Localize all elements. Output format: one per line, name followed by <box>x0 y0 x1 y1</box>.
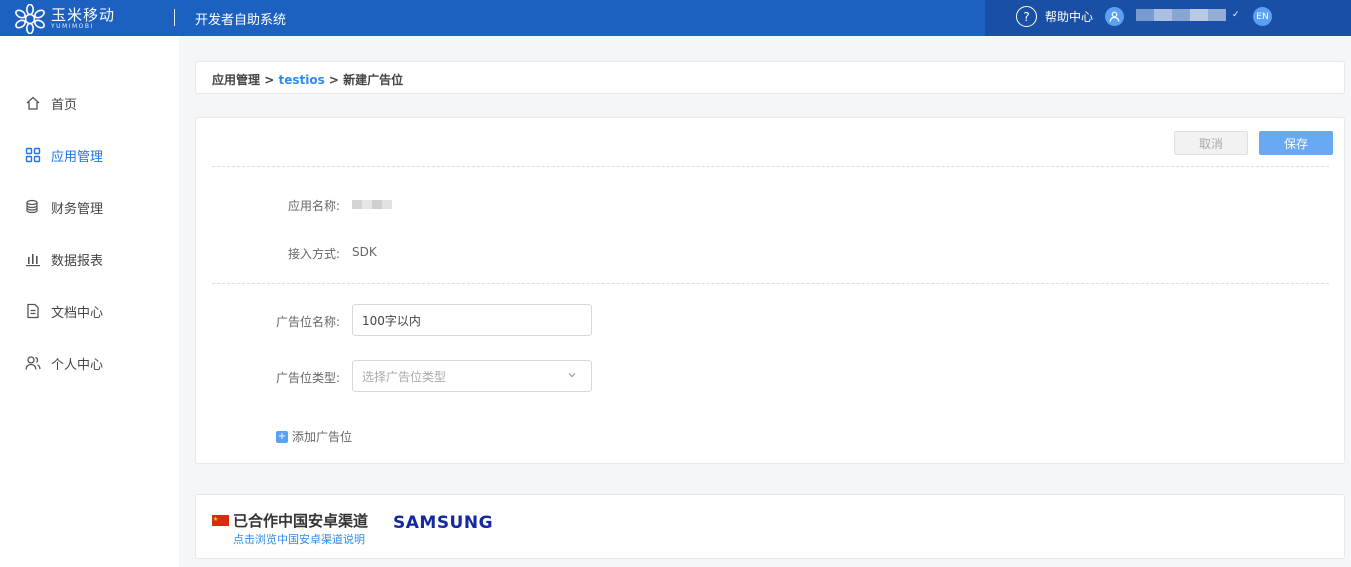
divider <box>212 166 1329 167</box>
sidebar-item-label: 首页 <box>51 97 78 113</box>
users-icon <box>24 354 42 372</box>
sidebar-item-finance[interactable]: 财务管理 <box>24 197 103 217</box>
breadcrumb-current: 新建广告位 <box>343 73 404 87</box>
logo-text-cn: 玉米移动 <box>51 6 116 24</box>
slot-type-label: 广告位类型: <box>275 371 340 385</box>
channel-info-link[interactable]: 点击浏览中国安卓渠道说明 <box>233 531 365 547</box>
breadcrumb-root[interactable]: 应用管理 <box>212 73 260 87</box>
samsung-logo: SAMSUNG <box>393 513 494 533</box>
header-divider <box>174 9 175 26</box>
cancel-button[interactable]: 取消 <box>1174 131 1248 155</box>
app-name-value-redacted <box>352 200 392 209</box>
person-icon <box>1109 11 1120 22</box>
sidebar-item-label: 文档中心 <box>51 305 104 321</box>
channel-title: 已合作中国安卓渠道 <box>233 512 369 530</box>
slot-name-label: 广告位名称: <box>275 315 340 329</box>
china-flag-icon <box>212 515 229 526</box>
breadcrumb-separator: > <box>328 73 339 87</box>
divider <box>212 283 1329 284</box>
chevron-down-icon <box>568 373 576 378</box>
logo-wordmark: 玉米移动 YUMIMOBI <box>51 8 115 30</box>
add-slot-button[interactable]: + 添加广告位 <box>276 428 352 445</box>
sidebar-item-reports[interactable]: 数据报表 <box>24 249 103 269</box>
add-slot-label: 添加广告位 <box>292 430 353 444</box>
top-header: 玉米移动 YUMIMOBI 开发者自助系统 ? 帮助中心 ✓ EN <box>0 0 1351 36</box>
sidebar-item-label: 财务管理 <box>51 201 104 217</box>
sidebar-item-label: 数据报表 <box>51 253 104 269</box>
grid-icon <box>24 146 42 164</box>
access-method-value: SDK <box>352 245 377 259</box>
brand-logo[interactable]: 玉米移动 YUMIMOBI <box>13 4 115 34</box>
save-button[interactable]: 保存 <box>1259 131 1333 155</box>
sidebar-item-label: 应用管理 <box>51 149 104 165</box>
user-dropdown-caret-icon[interactable]: ✓ <box>1232 10 1240 20</box>
app-name-label: 应用名称: <box>287 199 340 213</box>
slot-name-input-value: 100字以内 <box>362 313 421 328</box>
sidebar-item-home[interactable]: 首页 <box>24 93 77 113</box>
document-icon <box>24 302 42 320</box>
plus-icon: + <box>276 430 288 443</box>
logo-text-en: YUMIMOBI <box>51 23 94 30</box>
bar-chart-icon <box>24 250 42 268</box>
ad-slot-form-card: 取消 保存 应用名称: 接入方式: SDK 广告位名称: 100字以内 广告位类… <box>195 117 1345 464</box>
sidebar-item-profile[interactable]: 个人中心 <box>24 353 103 373</box>
user-name-redacted[interactable] <box>1136 9 1226 21</box>
home-icon <box>24 94 42 112</box>
sidebar: 首页 应用管理 财务管理 数据报表 文档中心 个人中心 <box>0 36 179 567</box>
breadcrumb-separator: > <box>264 73 275 87</box>
coins-icon <box>24 198 42 216</box>
sidebar-item-app-management[interactable]: 应用管理 <box>24 145 103 165</box>
user-avatar-icon[interactable] <box>1105 7 1124 26</box>
question-icon: ? <box>1016 6 1037 27</box>
slot-name-input[interactable]: 100字以内 <box>352 304 592 336</box>
logo-flower-icon <box>15 4 45 34</box>
channel-card: 已合作中国安卓渠道 点击浏览中国安卓渠道说明 SAMSUNG <box>195 494 1345 559</box>
slot-type-select[interactable]: 选择广告位类型 <box>352 360 592 392</box>
system-title: 开发者自助系统 <box>195 13 287 28</box>
sidebar-item-label: 个人中心 <box>51 357 104 373</box>
language-switch-button[interactable]: EN <box>1253 7 1272 26</box>
help-center-label: 帮助中心 <box>1045 10 1094 24</box>
access-method-label: 接入方式: <box>287 247 340 261</box>
breadcrumb-card: 应用管理 > testios > 新建广告位 <box>195 61 1345 94</box>
breadcrumb-app-link[interactable]: testios <box>278 73 324 87</box>
sidebar-item-docs[interactable]: 文档中心 <box>24 301 103 321</box>
breadcrumb: 应用管理 > testios > 新建广告位 <box>212 71 403 88</box>
slot-type-placeholder: 选择广告位类型 <box>362 369 447 384</box>
help-center-link[interactable]: ? 帮助中心 <box>1016 6 1093 27</box>
